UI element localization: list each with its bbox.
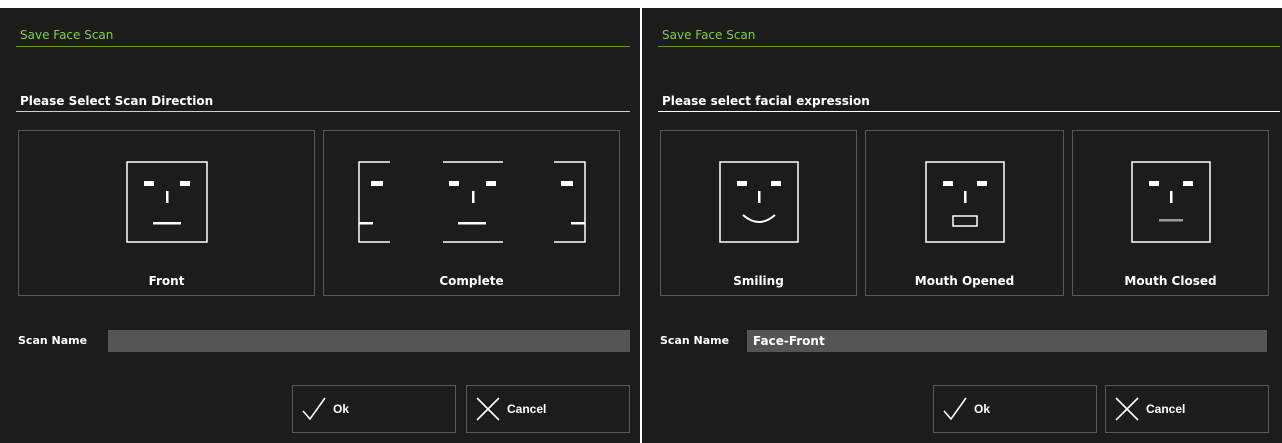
ok-button[interactable]: Ok [933, 385, 1097, 433]
scan-name-input[interactable] [108, 330, 630, 352]
close-icon [1115, 397, 1139, 421]
expression-option-mouth-opened[interactable]: Mouth Opened [865, 130, 1064, 296]
panel-title: Save Face Scan [662, 28, 756, 42]
title-divider [658, 46, 1280, 47]
ok-button[interactable]: Ok [292, 385, 456, 433]
scan-name-input[interactable] [747, 330, 1267, 352]
option-label: Complete [439, 274, 504, 288]
scan-option-complete[interactable]: Complete [323, 130, 620, 296]
face-smiling-icon [719, 161, 799, 243]
section-divider [16, 111, 630, 112]
section-heading: Please select facial expression [662, 94, 870, 108]
option-label: Front [148, 274, 185, 288]
section-heading: Please Select Scan Direction [20, 94, 214, 108]
face-mouth-closed-icon [1131, 161, 1211, 243]
scan-name-row: Scan Name [18, 330, 630, 352]
cancel-label: Cancel [1146, 402, 1186, 416]
expression-option-mouth-closed[interactable]: Mouth Closed [1072, 130, 1269, 296]
save-face-scan-panel-direction: Save Face Scan Please Select Scan Direct… [0, 8, 640, 443]
cancel-button[interactable]: Cancel [466, 385, 630, 433]
panel-title: Save Face Scan [20, 28, 114, 42]
save-face-scan-panel-expression: Save Face Scan Please select facial expr… [642, 8, 1282, 443]
scan-name-label: Scan Name [18, 334, 88, 347]
cancel-label: Cancel [507, 402, 547, 416]
scan-option-front[interactable]: Front [18, 130, 315, 296]
cancel-button[interactable]: Cancel [1105, 385, 1269, 433]
option-label: Smiling [733, 274, 784, 288]
face-complete-icon [358, 161, 586, 243]
scan-name-row: Scan Name [660, 330, 1267, 352]
option-label: Mouth Opened [914, 274, 1015, 288]
face-front-icon [126, 161, 208, 243]
ok-label: Ok [974, 402, 991, 416]
checkmark-icon [943, 397, 967, 421]
scan-name-label: Scan Name [660, 334, 730, 347]
section-divider [658, 111, 1280, 112]
face-mouth-opened-icon [925, 161, 1005, 243]
title-divider [16, 46, 630, 47]
option-label: Mouth Closed [1124, 274, 1217, 288]
checkmark-icon [302, 397, 326, 421]
ok-label: Ok [333, 402, 350, 416]
close-icon [476, 397, 500, 421]
expression-option-smiling[interactable]: Smiling [660, 130, 857, 296]
